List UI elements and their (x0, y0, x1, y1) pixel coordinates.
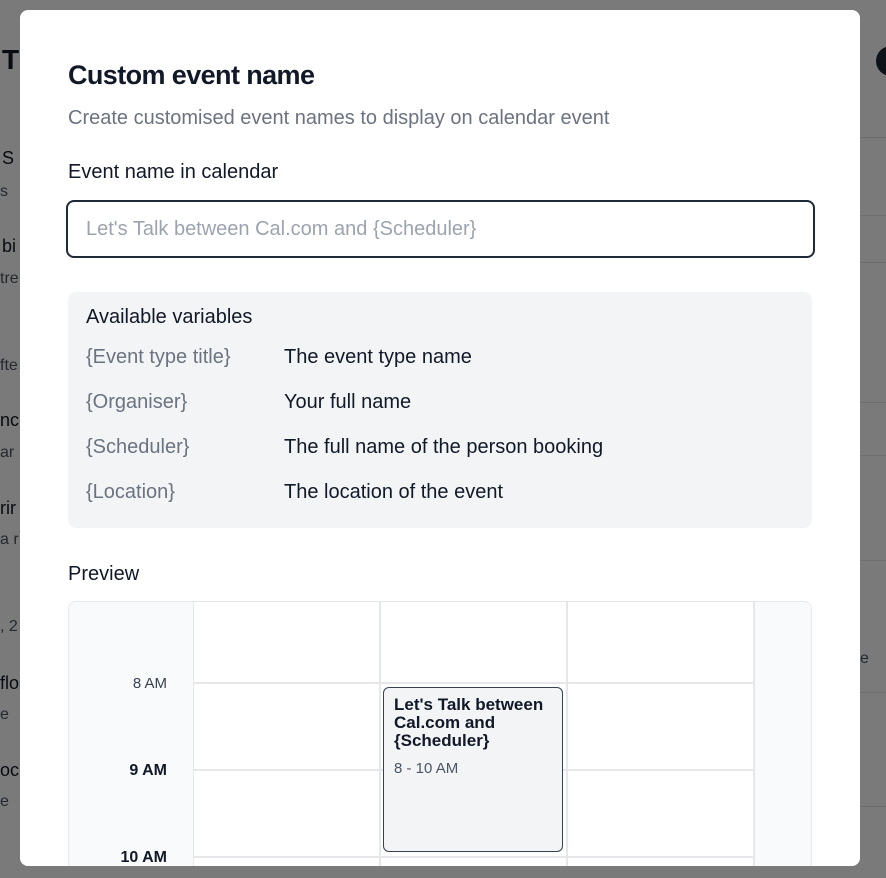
event-name-input[interactable] (66, 200, 815, 258)
variable-row: {Location} The location of the event (86, 481, 786, 509)
event-time: 8 - 10 AM (394, 760, 459, 777)
variable-row: {Organiser} Your full name (86, 391, 786, 419)
day-column (194, 602, 381, 866)
variable-description: Your full name (284, 391, 412, 413)
variables-heading: Available variables (86, 306, 253, 328)
custom-event-name-dialog: Custom event name Create customised even… (20, 10, 860, 866)
event-title: Let's Talk between Cal.com and {Schedule… (394, 695, 544, 750)
variable-description: The full name of the person booking (284, 436, 604, 458)
hour-gridline (194, 856, 755, 858)
time-column: 8 AM 9 AM 10 AM (69, 602, 194, 866)
variable-key: {Organiser} (86, 391, 188, 413)
hour-gridline (194, 682, 755, 684)
calendar-preview: 8 AM 9 AM 10 AM Let's Talk between Cal.c… (68, 601, 812, 866)
time-label: 9 AM (129, 762, 167, 779)
variable-description: The event type name (284, 346, 472, 368)
day-column (755, 602, 811, 866)
event-name-label: Event name in calendar (68, 161, 279, 183)
variable-key: {Location} (86, 481, 175, 503)
variable-key: {Scheduler} (86, 436, 190, 458)
variable-key: {Event type title} (86, 346, 231, 368)
time-label: 10 AM (120, 849, 167, 866)
preview-event: Let's Talk between Cal.com and {Schedule… (383, 687, 563, 852)
day-column (568, 602, 755, 866)
available-variables-panel: Available variables {Event type title} T… (68, 292, 812, 528)
dialog-title: Custom event name (68, 60, 315, 90)
variable-row: {Event type title} The event type name (86, 346, 786, 374)
variable-row: {Scheduler} The full name of the person … (86, 436, 786, 464)
variable-description: The location of the event (284, 481, 504, 503)
dialog-subtitle: Create customised event names to display… (68, 107, 610, 129)
preview-label: Preview (68, 563, 140, 585)
time-label: 8 AM (132, 675, 167, 692)
